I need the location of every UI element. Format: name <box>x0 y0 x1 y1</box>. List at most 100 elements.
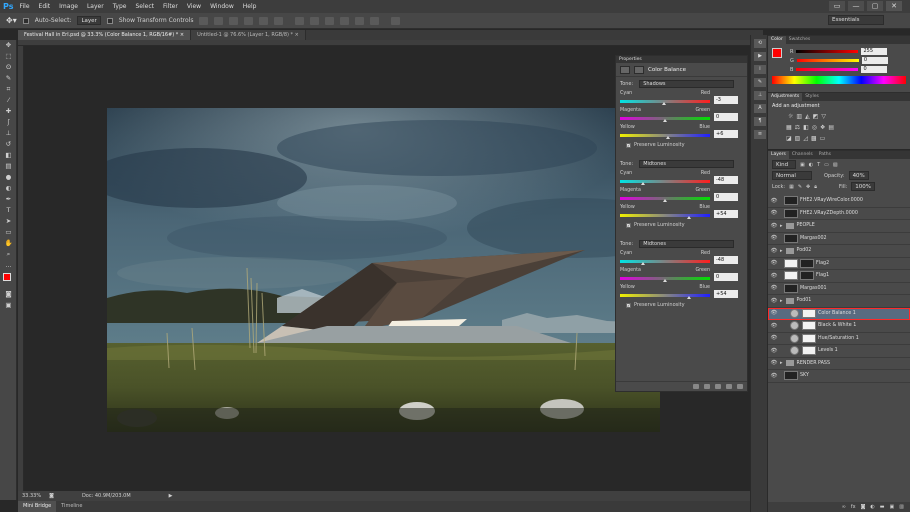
disclosure-triangle-icon[interactable]: ▸ <box>780 248 783 254</box>
align-bottom-icon[interactable] <box>229 16 239 25</box>
menu-edit[interactable]: Edit <box>39 3 51 10</box>
align-left-icon[interactable] <box>244 16 254 25</box>
align-right-icon[interactable] <box>274 16 284 25</box>
history-brush-tool-icon[interactable]: ↺ <box>0 139 17 150</box>
lasso-tool-icon[interactable]: ʘ <box>0 62 17 73</box>
link-layers-icon[interactable]: ∞ <box>842 504 846 510</box>
layer-thumbnail[interactable] <box>784 196 798 206</box>
red-channel-value[interactable]: 255 <box>861 48 888 55</box>
history-icon[interactable]: ⟲ <box>754 39 766 48</box>
slider-thumb[interactable] <box>687 295 692 299</box>
opacity-field[interactable]: 40% <box>848 171 869 180</box>
marquee-tool-icon[interactable]: ⬚ <box>0 51 17 62</box>
eye-icon[interactable]: 👁︎ <box>768 260 780 266</box>
cyan-red-slider[interactable] <box>620 259 710 265</box>
exposure-icon[interactable]: ◩ <box>813 113 819 120</box>
yellow-blue-slider[interactable] <box>620 213 710 219</box>
menu-select[interactable]: Select <box>135 3 154 10</box>
layer-thumbnail[interactable] <box>784 258 798 268</box>
auto-select-checkbox[interactable] <box>22 17 29 24</box>
layer-thumbnail[interactable] <box>784 283 798 293</box>
distribute-right-icon[interactable] <box>370 16 380 25</box>
fill-field[interactable]: 100% <box>851 182 876 191</box>
hue-saturation-icon[interactable]: ▦ <box>786 124 792 131</box>
tab-layers[interactable]: Layers <box>768 151 789 159</box>
restore-button[interactable]: ▢ <box>867 1 883 11</box>
layer-mask-thumbnail[interactable] <box>802 346 816 356</box>
dodge-tool-icon[interactable]: ◐ <box>0 183 17 194</box>
menu-view[interactable]: View <box>187 3 201 10</box>
tab-timeline[interactable]: Timeline <box>56 501 87 512</box>
disclosure-triangle-icon[interactable]: ▸ <box>780 223 783 229</box>
eye-icon[interactable]: 👁︎ <box>768 335 780 341</box>
black-white-icon[interactable]: ◧ <box>803 124 809 131</box>
levels-icon[interactable]: ▥ <box>796 113 802 120</box>
move-tool-icon[interactable]: ✥ <box>0 40 17 51</box>
auto-select-dropdown[interactable]: Layer <box>77 16 101 25</box>
lock-position-icon[interactable]: ✥ <box>806 184 810 190</box>
clip-to-layer-icon[interactable] <box>693 384 699 389</box>
filter-adjustment-icon[interactable]: ◐ <box>809 162 813 168</box>
distribute-center-icon[interactable] <box>355 16 365 25</box>
shape-tool-icon[interactable]: ▭ <box>0 227 17 238</box>
selective-color-icon[interactable]: ▩ <box>811 135 817 142</box>
filter-smart-icon[interactable]: ▧ <box>833 162 838 168</box>
cyan-red-slider[interactable] <box>620 99 710 105</box>
eye-icon[interactable]: 👁︎ <box>768 273 780 279</box>
menu-layer[interactable]: Layer <box>87 3 104 10</box>
color-spectrum[interactable] <box>772 76 906 84</box>
tone-dropdown[interactable]: Midtones <box>639 240 735 248</box>
green-channel-value[interactable]: 0 <box>861 57 888 64</box>
workspace-switcher-icon[interactable]: ▭ <box>829 1 845 11</box>
layer-row[interactable]: 👁︎ SKY <box>768 370 910 383</box>
hand-tool-icon[interactable]: ✋ <box>0 238 17 249</box>
preserve-luminosity-checkbox[interactable]: ✓ <box>626 222 631 228</box>
visibility-icon[interactable] <box>726 384 732 389</box>
invert-icon[interactable]: ◪ <box>786 135 792 142</box>
foreground-color-swatch[interactable] <box>772 48 782 58</box>
layer-thumbnail[interactable] <box>784 233 798 243</box>
brush-presets-icon[interactable]: ✎ <box>754 78 766 87</box>
minimize-button[interactable]: — <box>848 1 864 11</box>
brush-tool-icon[interactable]: ʃ <box>0 117 17 128</box>
info-icon[interactable]: i <box>754 65 766 74</box>
character-icon[interactable]: A <box>754 104 766 113</box>
tone-dropdown[interactable]: Midtones <box>639 160 735 168</box>
slider-thumb[interactable] <box>663 278 667 282</box>
align-top-icon[interactable] <box>199 16 209 25</box>
layer-mask-thumbnail[interactable] <box>800 258 814 268</box>
layer-style-icon[interactable]: fx <box>851 504 856 510</box>
lock-all-icon[interactable]: 🔒︎ <box>814 184 817 190</box>
color-lookup-icon[interactable]: ▤ <box>828 124 834 131</box>
crop-tool-icon[interactable]: ⌗ <box>0 84 17 95</box>
clone-stamp-tool-icon[interactable]: ⊥ <box>0 128 17 139</box>
layer-row[interactable]: 👁︎ Hue/Saturation 1 <box>768 333 910 345</box>
menu-help[interactable]: Help <box>243 3 257 10</box>
document-image[interactable] <box>107 108 660 432</box>
slider-thumb[interactable] <box>661 101 666 105</box>
actions-icon[interactable]: ▶ <box>754 52 766 61</box>
zoom-tool-icon[interactable]: ⌕ <box>0 249 17 260</box>
tab-adjustments[interactable]: Adjustments <box>768 93 803 101</box>
healing-tool-icon[interactable]: ✚ <box>0 106 17 117</box>
threshold-icon[interactable]: ◿ <box>803 135 808 142</box>
delete-icon[interactable] <box>737 384 743 389</box>
eye-icon[interactable]: 👁︎ <box>768 373 780 379</box>
blur-tool-icon[interactable]: ● <box>0 172 17 183</box>
eye-icon[interactable]: 👁︎ <box>768 210 780 216</box>
status-arrow-icon[interactable]: ▶ <box>169 493 173 499</box>
path-select-tool-icon[interactable]: ➤ <box>0 216 17 227</box>
quick-select-tool-icon[interactable]: ✎ <box>0 73 17 84</box>
gradient-map-icon[interactable]: ▭ <box>820 135 826 142</box>
tab-channels[interactable]: Channels <box>789 151 816 159</box>
blue-channel-slider[interactable] <box>796 68 859 71</box>
menu-window[interactable]: Window <box>210 3 234 10</box>
magenta-green-value[interactable]: 0 <box>714 192 738 201</box>
zoom-level[interactable]: 33.33% <box>22 493 41 499</box>
yellow-blue-slider[interactable] <box>620 133 710 139</box>
layer-mask-thumbnail[interactable] <box>802 308 816 318</box>
color-balance-icon[interactable]: ⚖ <box>795 124 800 131</box>
magenta-green-slider[interactable] <box>620 116 710 122</box>
eye-icon[interactable]: 👁︎ <box>768 248 780 254</box>
layer-row[interactable]: 👁︎ Margas002 <box>768 233 910 245</box>
